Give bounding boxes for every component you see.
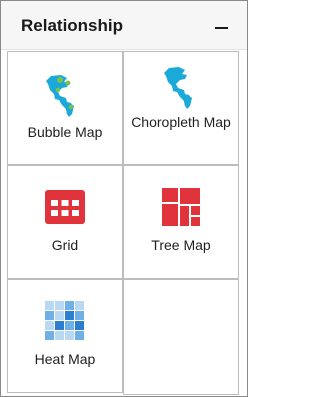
grid-icon (45, 190, 85, 224)
panel-header[interactable]: Relationship (1, 1, 247, 50)
tile-label: Choropleth Map (131, 114, 231, 130)
tile-label: Grid (51, 237, 79, 253)
collapse-button[interactable] (213, 19, 231, 35)
choropleth-map-icon (164, 67, 192, 109)
relationship-panel: Relationship Bubble Map Choropleth Map G… (0, 0, 248, 397)
tile-grid[interactable]: Grid (7, 165, 123, 279)
panel-title: Relationship (21, 16, 124, 35)
tile-empty (123, 279, 239, 395)
tile-tree-map[interactable]: Tree Map (123, 165, 239, 279)
tile-heat-map[interactable]: Heat Map (7, 279, 123, 393)
tile-bubble-map[interactable]: Bubble Map (7, 51, 123, 165)
tree-map-icon (162, 188, 200, 226)
heat-map-icon (45, 301, 84, 340)
bubble-map-icon (46, 75, 74, 117)
tile-choropleth-map[interactable]: Choropleth Map (123, 51, 239, 165)
minus-icon (215, 27, 228, 29)
tile-label: Bubble Map (27, 124, 103, 140)
tile-label: Tree Map (151, 237, 211, 253)
tile-label: Heat Map (34, 351, 96, 367)
